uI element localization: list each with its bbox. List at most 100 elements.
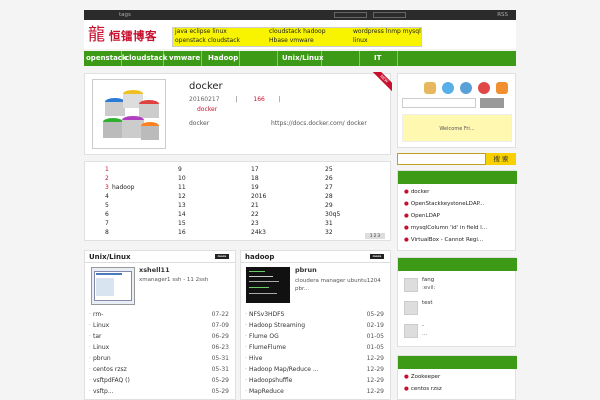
post-category[interactable]: docker	[197, 106, 217, 113]
more-button[interactable]: more	[370, 254, 384, 259]
grid-item[interactable]: 29	[325, 202, 333, 209]
post-url[interactable]: https://docs.docker.com/ docker	[271, 120, 367, 127]
list-item[interactable]: · Flume OG 01-05	[241, 331, 390, 342]
tag-link[interactable]: wordpress lnmp mysql	[350, 27, 422, 36]
nav-item-it[interactable]: IT	[360, 51, 398, 66]
comment-author[interactable]: -	[422, 323, 424, 329]
nav-item-openstack[interactable]: openstack	[84, 51, 127, 66]
list-item-title[interactable]: vsftp...	[93, 386, 114, 397]
list-item-title[interactable]: NFSv3HDFS	[249, 309, 284, 320]
grid-item[interactable]: 2	[105, 175, 109, 182]
list-item-title[interactable]: rm-	[93, 309, 103, 320]
grid-item[interactable]: 8	[105, 229, 109, 236]
grid-item[interactable]: 31	[325, 220, 333, 227]
avatar[interactable]	[404, 324, 418, 338]
feature-title[interactable]: pbrun	[295, 266, 317, 274]
grid-item[interactable]: 6	[105, 211, 109, 218]
more-button[interactable]: more	[215, 254, 229, 259]
recent-post-title[interactable]: OpenStackkeystoneLDAP...	[411, 201, 484, 207]
grid-item[interactable]: 16	[178, 229, 186, 236]
nav-item-blank-3[interactable]	[398, 51, 436, 66]
recent-post-title[interactable]: docker	[411, 189, 430, 195]
rss-link[interactable]: RSS	[497, 10, 508, 20]
grid-item[interactable]: 26	[325, 175, 333, 182]
grid-item[interactable]: 13	[178, 202, 186, 209]
list-item-title[interactable]: centos rzsz	[93, 364, 127, 375]
qq-icon[interactable]	[460, 82, 472, 94]
grid-item[interactable]: 17	[251, 166, 259, 173]
nav-item-blank-1[interactable]	[240, 51, 278, 66]
post-title[interactable]: docker	[189, 81, 223, 92]
tag-link[interactable]: Hbase vmware	[266, 36, 350, 45]
nav-item-cloudstack[interactable]: cloudstack	[122, 51, 167, 66]
grid-item[interactable]: 23	[251, 220, 259, 227]
list-item[interactable]: · NFSv3HDFS 05-29	[241, 309, 390, 320]
list-item[interactable]: · Hadoop Streaming 02-19	[241, 320, 390, 331]
feature-thumb[interactable]	[246, 267, 290, 303]
feature-title[interactable]: xshell11	[139, 266, 170, 274]
list-item-title[interactable]: Linux	[93, 342, 109, 353]
top-input-1[interactable]	[334, 12, 367, 18]
list-item-title[interactable]: pbrun	[93, 353, 111, 364]
list-item[interactable]: · Linux 06-23	[85, 342, 235, 353]
recent-post-item[interactable]: ● VirtualBox - Cannot Regi...	[404, 237, 483, 243]
list-item[interactable]: · Hive 12-29	[241, 353, 390, 364]
sidebar-search-input[interactable]	[402, 98, 476, 108]
sidebar-search-button[interactable]	[480, 98, 504, 108]
recent-post-item[interactable]: ● docker	[404, 189, 429, 195]
twitter-icon[interactable]	[442, 82, 454, 94]
tag-link[interactable]: cloudstack hadoop	[266, 27, 350, 36]
list-item[interactable]: · MapReduce 12-29	[241, 386, 390, 397]
tag-link[interactable]: linux	[350, 36, 422, 45]
top-input-2[interactable]	[373, 12, 406, 18]
grid-item[interactable]: 7	[105, 220, 109, 227]
weibo-icon[interactable]	[478, 82, 490, 94]
grid-item[interactable]: 9	[178, 166, 182, 173]
grid-item[interactable]: 12	[178, 193, 186, 200]
site-logo[interactable]: 龍 恒镭博客	[88, 25, 170, 45]
grid-item[interactable]: 32	[325, 229, 333, 236]
list-item[interactable]: · pbrun 05-31	[85, 353, 235, 364]
grid-item[interactable]: 3	[105, 184, 109, 191]
grid-item[interactable]: 11	[178, 184, 186, 191]
recent-post-item[interactable]: ● OpenStackkeystoneLDAP...	[404, 201, 484, 207]
list-item-title[interactable]: Linux	[93, 320, 109, 331]
tags-link[interactable]: tags	[119, 10, 131, 20]
grid-item[interactable]: 24k3	[251, 229, 266, 236]
avatar[interactable]	[404, 301, 418, 315]
list-item[interactable]: · vsftpdFAQ () 05-29	[85, 375, 235, 386]
grid-item[interactable]: 10	[178, 175, 186, 182]
mail-icon[interactable]	[424, 82, 436, 94]
grid-item[interactable]: 15	[178, 220, 186, 227]
tag-item[interactable]: ● Zookeeper	[404, 374, 440, 380]
grid-item[interactable]: 22	[251, 211, 259, 218]
list-item[interactable]: · FlumeFlume 01-05	[241, 342, 390, 353]
recent-post-item[interactable]: ● mysqlColumn 'id' in field l...	[404, 225, 487, 231]
nav-item-vmware[interactable]: vmware	[164, 51, 202, 66]
grid-item[interactable]: 27	[325, 184, 333, 191]
grid-item[interactable]: 28	[325, 193, 333, 200]
recent-post-item[interactable]: ● OpenLDAP	[404, 213, 440, 219]
grid-item[interactable]: 25	[325, 166, 333, 173]
list-item[interactable]: · centos rzsz 05-31	[85, 364, 235, 375]
list-item[interactable]: · Hadoop Map/Reduce ... 12-29	[241, 364, 390, 375]
list-item[interactable]: · vsftp... 05-29	[85, 386, 235, 397]
comment-author[interactable]: test	[422, 300, 433, 306]
list-item[interactable]: · rm- 07-22	[85, 309, 235, 320]
tag-item[interactable]: ● centos rzsz	[404, 386, 442, 392]
grid-item[interactable]: 5	[105, 202, 109, 209]
nav-item-blank-2[interactable]	[322, 51, 360, 66]
post-thumbnail[interactable]	[92, 79, 166, 149]
recent-post-title[interactable]: VirtualBox - Cannot Regi...	[411, 237, 483, 243]
list-item[interactable]: · Linux 07-09	[85, 320, 235, 331]
list-item-title[interactable]: vsftpdFAQ ()	[93, 375, 130, 386]
list-item[interactable]: · tar 06-29	[85, 331, 235, 342]
grid-item[interactable]: 2016	[251, 193, 266, 200]
list-item-title[interactable]: Hive	[249, 353, 262, 364]
list-item-title[interactable]: Hadoopshuffle	[249, 375, 292, 386]
nav-item-hadoop[interactable]: Hadoop	[202, 51, 240, 66]
search-button[interactable]: 搜 索	[486, 153, 516, 165]
grid-item[interactable]: 21	[251, 202, 259, 209]
list-item-title[interactable]: Hadoop Streaming	[249, 320, 305, 331]
tag-title[interactable]: centos rzsz	[411, 386, 442, 392]
